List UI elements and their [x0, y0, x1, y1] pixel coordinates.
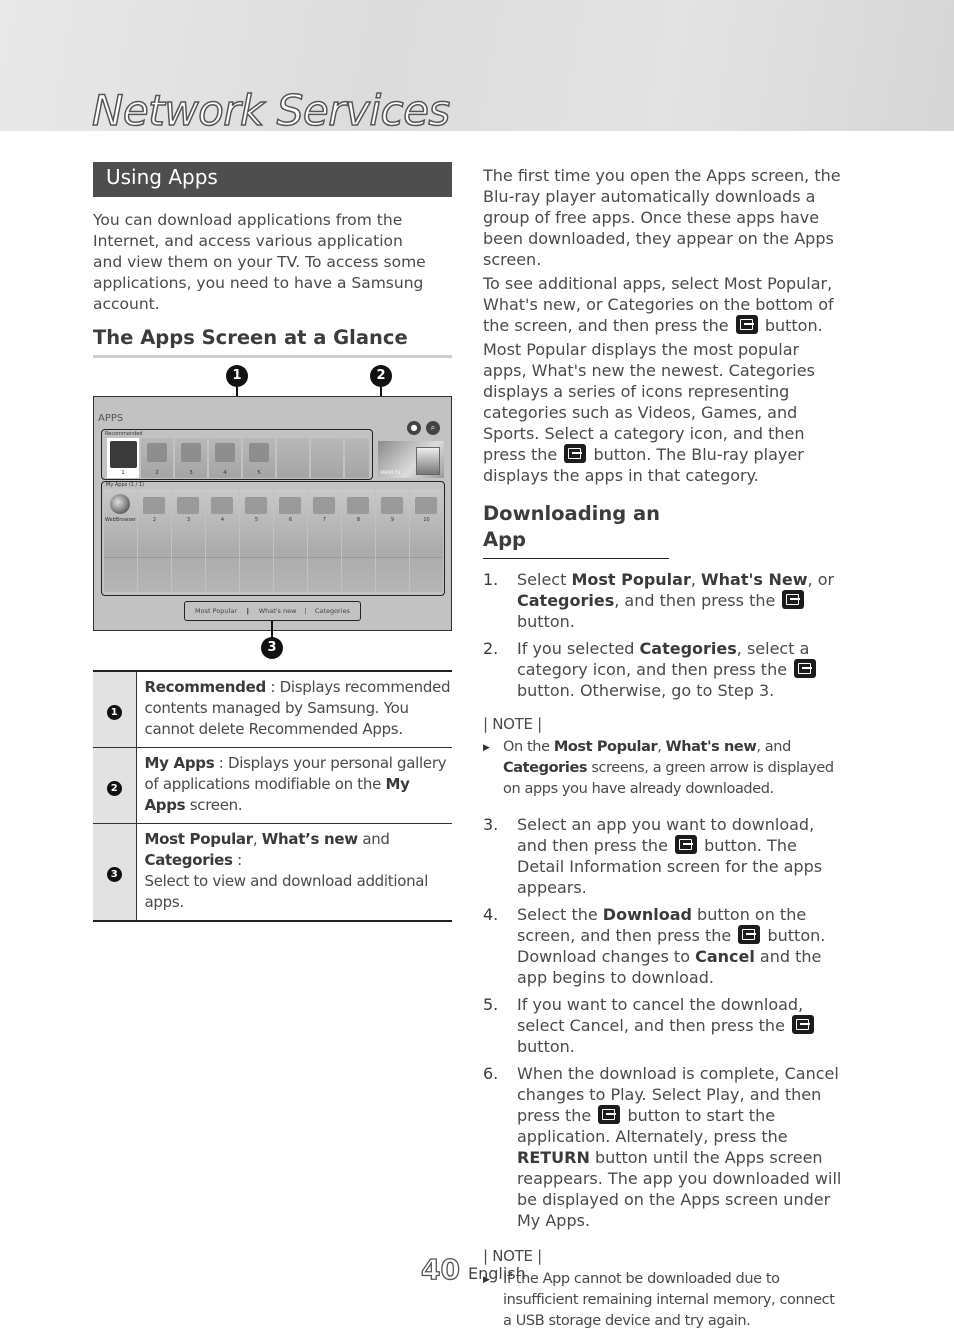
my-apps-tile[interactable]: 9: [376, 489, 409, 592]
page-number: 40: [420, 1252, 460, 1286]
callout-3-line: [271, 621, 273, 638]
nav-whats-new[interactable]: What's new: [259, 607, 297, 615]
apps-label: APPS: [98, 413, 124, 424]
note-item: ▶ On the Most Popular, What's new, and C…: [483, 737, 845, 800]
my-apps-tile[interactable]: WebBrowser: [104, 489, 137, 592]
step-item: 2. If you selected Categories, select a …: [483, 638, 845, 701]
note-heading: | NOTE |: [483, 715, 542, 733]
web-browser-icon: [110, 494, 130, 514]
my-apps-tile[interactable]: 6: [274, 489, 307, 592]
enter-button-icon: [598, 1105, 621, 1124]
downloading-heading: Downloading an App: [483, 501, 669, 559]
my-apps-tile[interactable]: 3: [172, 489, 205, 592]
note-item: ▶ If the App cannot be downloaded due to…: [483, 1269, 845, 1332]
enter-button-icon: [564, 444, 587, 463]
legend-term: My Apps: [144, 754, 215, 772]
recommended-label: Recommended: [105, 431, 143, 437]
intro-paragraph: You can download applications from the I…: [93, 211, 426, 313]
nav-categories[interactable]: Categories: [315, 607, 350, 615]
smart-hub-cube-icon: [416, 447, 440, 475]
my-apps-tile[interactable]: 4: [206, 489, 239, 592]
steps-list: 3. Select an app you want to download, a…: [483, 814, 845, 1231]
recommended-tile[interactable]: [311, 438, 343, 478]
step-item: 6. When the download is complete, Cancel…: [483, 1064, 842, 1230]
nav-separator: ❙: [245, 607, 251, 615]
language-label: English: [467, 1264, 526, 1283]
callout-2: 2: [370, 365, 392, 387]
search-icon: ⌕: [426, 421, 440, 435]
nav-most-popular[interactable]: Most Popular: [195, 607, 237, 615]
recommended-section: Recommended 1 2 3 4 5: [101, 429, 373, 480]
section-title: Using Apps: [93, 162, 452, 197]
nav-separator: |: [304, 607, 307, 615]
legend-number: 1: [106, 704, 122, 720]
steps-list: 1. Select Most Popular, What's New, or C…: [483, 569, 845, 701]
recommended-tile[interactable]: 1: [107, 438, 139, 478]
bottom-nav: Most Popular ❙ What's new | Categories: [184, 601, 361, 621]
legend-number: 2: [106, 780, 122, 796]
recommended-tile[interactable]: 3: [175, 438, 207, 478]
my-apps-label: My Apps (1 / 1): [106, 482, 144, 488]
note-heading: | NOTE |: [483, 1247, 542, 1265]
enter-button-icon: [675, 835, 698, 854]
apps-screen-mock: APPS ● ⌕ Recommended 1 2 3 4 5 SMART TV …: [93, 396, 452, 631]
legend-row: 2 My Apps : Displays your personal galle…: [93, 747, 452, 824]
step-item: 1. Select Most Popular, What's New, or C…: [483, 570, 835, 631]
page-title: Network Services: [91, 85, 451, 136]
recommended-tile[interactable]: 2: [141, 438, 173, 478]
step-item: 4. Select the Download button on the scr…: [483, 905, 826, 987]
my-apps-tile[interactable]: 7: [308, 489, 341, 592]
callout-3: 3: [261, 637, 283, 659]
apps-screen-heading: The Apps Screen at a Glance: [93, 325, 452, 358]
legend-table: 1 Recommended : Displays recommended con…: [93, 670, 452, 922]
apps-screen-diagram: 1 2 APPS ● ⌕ Recommended 1 2 3 4 5 SMART…: [93, 365, 452, 660]
legend-term: Recommended: [144, 678, 267, 696]
enter-button-icon: [738, 925, 761, 944]
intro-paragraph-2: To see additional apps, select Most Popu…: [483, 274, 834, 335]
my-apps-tile[interactable]: 8: [342, 489, 375, 592]
step-item: 5. If you want to cancel the download, s…: [483, 994, 845, 1057]
my-apps-section: My Apps (1 / 1) WebBrowser 2 3 4 5 6 7 8…: [101, 481, 445, 596]
my-apps-tile[interactable]: 5: [240, 489, 273, 592]
callout-1: 1: [226, 365, 248, 387]
legend-number: 3: [106, 867, 122, 882]
triangle-bullet-icon: ▶: [483, 743, 490, 753]
right-column: The first time you open the Apps screen,…: [483, 165, 845, 1332]
recommended-tile[interactable]: [345, 438, 369, 478]
recommended-tile[interactable]: 5: [243, 438, 275, 478]
enter-button-icon: [792, 1015, 815, 1034]
smart-tv-banner[interactable]: SMART TV: [378, 441, 444, 478]
my-apps-tile[interactable]: 10: [410, 489, 443, 592]
recommended-tile[interactable]: 4: [209, 438, 241, 478]
user-icon: ●: [407, 421, 421, 435]
step-item: 3. Select an app you want to download, a…: [483, 815, 823, 897]
enter-button-icon: [735, 315, 758, 334]
legend-row: 1 Recommended : Displays recommended con…: [93, 671, 452, 748]
page-footer: 40 English: [420, 1252, 526, 1286]
legend-term: Most Popular: [144, 830, 254, 848]
intro-paragraph-1: The first time you open the Apps screen,…: [483, 166, 841, 269]
enter-button-icon: [782, 590, 805, 609]
legend-row: 3 Most Popular, What’s new and Categorie…: [93, 823, 452, 921]
left-column: Using Apps You can download applications…: [93, 162, 452, 922]
enter-button-icon: [794, 659, 817, 678]
intro-paragraph-3: Most Popular displays the most popular a…: [483, 340, 815, 485]
recommended-tile[interactable]: [277, 438, 309, 478]
my-apps-tile[interactable]: 2: [138, 489, 171, 592]
